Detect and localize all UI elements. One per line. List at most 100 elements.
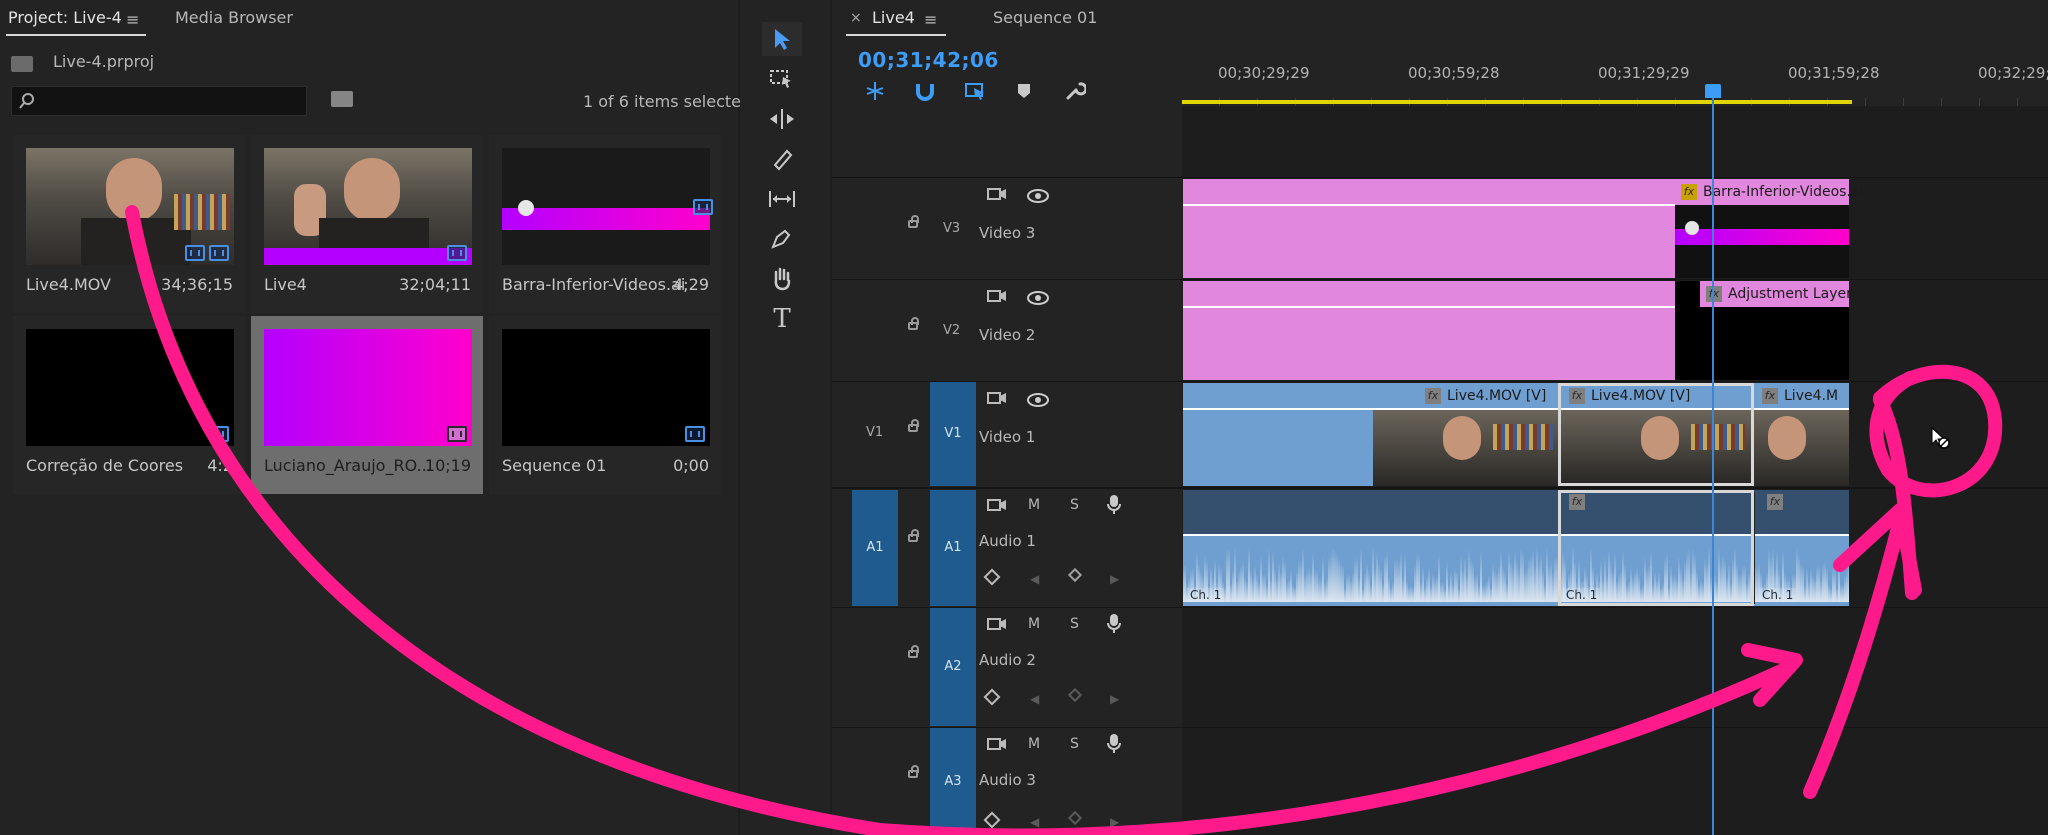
- track-target-a1[interactable]: A1: [930, 490, 976, 606]
- linked-selection-icon[interactable]: [964, 80, 988, 106]
- color-matte-badge-icon: [447, 426, 467, 442]
- magnet-snap-icon[interactable]: [914, 80, 936, 106]
- mute-button[interactable]: M: [1028, 616, 1040, 632]
- microphone-icon[interactable]: [1106, 613, 1122, 639]
- clip-live4-mov-c[interactable]: fx Live4.M: [1754, 383, 1849, 486]
- clip-live4-mov-b-selected[interactable]: fx Live4.MOV [V]: [1558, 383, 1754, 486]
- add-marker-icon[interactable]: [1016, 82, 1032, 104]
- next-keyframe-icon[interactable]: ▶: [1110, 815, 1119, 829]
- new-bin-search-icon[interactable]: [331, 91, 353, 107]
- thumbnail: [264, 329, 472, 446]
- fx-badge: fx: [1681, 184, 1697, 200]
- audio-clip-a1-selected[interactable]: [1558, 490, 1754, 606]
- clip-thumbnail: [1754, 410, 1849, 486]
- solo-button[interactable]: S: [1070, 736, 1079, 752]
- clip-adjustment-layer[interactable]: fx Adjustment Layer: [1700, 281, 1852, 307]
- ruler-label: 00;32;29;: [1978, 64, 2048, 82]
- slip-tool-icon[interactable]: [762, 182, 802, 216]
- lock-icon[interactable]: [908, 419, 919, 432]
- media-item-live4[interactable]: Live4 32;04;11: [251, 135, 483, 313]
- sync-lock-icon[interactable]: [987, 736, 1007, 756]
- prev-keyframe-icon[interactable]: ◀: [1030, 815, 1039, 829]
- track-select-tool-icon[interactable]: [762, 62, 802, 96]
- mute-button[interactable]: M: [1028, 497, 1040, 513]
- media-item-correcao-de-coores[interactable]: Correção de Coores 4:2: [13, 316, 245, 494]
- microphone-icon[interactable]: [1106, 733, 1122, 759]
- media-item-live4-mov[interactable]: Live4.MOV 34;36;15: [13, 135, 245, 313]
- selection-status: 1 of 6 items selected: [583, 92, 752, 111]
- pen-tool-icon[interactable]: [762, 222, 802, 256]
- source-patch-a1[interactable]: A1: [852, 490, 898, 606]
- audio-badge-icon: [209, 245, 229, 261]
- sync-lock-icon[interactable]: [987, 497, 1007, 517]
- time-ruler[interactable]: 00;30;29;29 00;30;59;28 00;31;29;29 00;3…: [1182, 40, 2048, 106]
- snap-in-timeline-icon[interactable]: [864, 80, 886, 106]
- clip-color-matte-v2[interactable]: [1183, 281, 1675, 380]
- fx-badge: fx: [1569, 494, 1585, 510]
- microphone-icon[interactable]: [1106, 494, 1122, 520]
- track-target-a2[interactable]: A2: [930, 608, 976, 726]
- source-patch-v1[interactable]: V1: [866, 425, 883, 440]
- track-headers: [832, 106, 1182, 835]
- track-target-a3[interactable]: A3: [930, 728, 976, 835]
- lock-icon[interactable]: [908, 317, 919, 330]
- tab-sequence-01[interactable]: Sequence 01: [993, 8, 1097, 27]
- next-keyframe-icon[interactable]: ▶: [1110, 692, 1119, 706]
- hand-tool-icon[interactable]: [762, 262, 802, 296]
- lock-icon[interactable]: [908, 645, 919, 658]
- channel-label: Ch. 1: [1759, 588, 1797, 602]
- solo-button[interactable]: S: [1070, 616, 1079, 632]
- next-keyframe-icon[interactable]: ▶: [1110, 572, 1119, 586]
- clip-blue-v1[interactable]: [1183, 383, 1373, 486]
- media-item-barra-inferior[interactable]: Barra-Inferior-Videos.ai 4;29: [489, 135, 721, 313]
- eye-icon[interactable]: [1027, 290, 1049, 309]
- lock-icon[interactable]: [908, 529, 919, 542]
- clip-color-matte-v3[interactable]: [1183, 179, 1683, 278]
- eye-icon[interactable]: [1027, 392, 1049, 411]
- sync-lock-icon[interactable]: [987, 288, 1007, 308]
- razor-tool-icon[interactable]: [762, 142, 802, 176]
- fx-badge: fx: [1569, 388, 1585, 404]
- mute-button[interactable]: M: [1028, 736, 1040, 752]
- lock-icon[interactable]: [908, 215, 919, 228]
- solo-button[interactable]: S: [1070, 497, 1079, 513]
- work-area-bar[interactable]: [1182, 100, 1852, 104]
- sync-lock-icon[interactable]: [987, 616, 1007, 636]
- panel-menu-icon[interactable]: ≡: [924, 10, 937, 29]
- lock-icon[interactable]: [908, 765, 919, 778]
- media-item-luciano-araujo[interactable]: Luciano_Araujo_RO... 10;19: [251, 316, 483, 494]
- close-tab-icon[interactable]: ×: [850, 10, 862, 26]
- item-duration: 4;29: [673, 275, 709, 294]
- prev-keyframe-icon[interactable]: ◀: [1030, 572, 1039, 586]
- track-name: Audio 2: [979, 651, 1036, 669]
- playhead-line[interactable]: [1712, 85, 1714, 835]
- sync-lock-icon[interactable]: [987, 390, 1007, 410]
- panel-menu-icon[interactable]: ≡: [126, 10, 139, 29]
- fx-badge: fx: [1706, 286, 1722, 302]
- timeline-settings-wrench-icon[interactable]: [1064, 80, 1088, 106]
- tab-live4[interactable]: Live4: [872, 8, 915, 27]
- playhead-timecode[interactable]: 00;31;42;06: [858, 48, 999, 72]
- fx-badge: fx: [1762, 388, 1778, 404]
- clip-live4-mov-a[interactable]: fx Live4.MOV [V]: [1373, 383, 1558, 486]
- item-duration: 34;36;15: [161, 275, 233, 294]
- track-id-v2[interactable]: V2: [943, 323, 960, 338]
- clip-barra-thumbnail[interactable]: [1675, 205, 1849, 278]
- track-target-v1[interactable]: V1: [930, 382, 976, 486]
- prev-keyframe-icon[interactable]: ◀: [1030, 692, 1039, 706]
- ripple-edit-tool-icon[interactable]: [762, 102, 802, 136]
- sync-lock-icon[interactable]: [987, 186, 1007, 206]
- tab-project[interactable]: Project: Live-4: [8, 8, 122, 27]
- track-id-v3[interactable]: V3: [943, 221, 960, 236]
- type-tool-icon[interactable]: T: [762, 302, 802, 336]
- playhead-handle[interactable]: [1705, 84, 1721, 98]
- sequence-badge-icon: [685, 426, 705, 442]
- timeline-panel: × Live4 ≡ Sequence 01 00;31;42;06 00;30;…: [832, 0, 2048, 835]
- search-input[interactable]: [11, 86, 307, 116]
- ruler-label: 00;30;29;29: [1218, 64, 1310, 82]
- eye-icon[interactable]: [1027, 188, 1049, 207]
- selection-tool-icon[interactable]: [762, 22, 802, 56]
- tab-media-browser[interactable]: Media Browser: [175, 8, 293, 27]
- clip-barra-inferior[interactable]: fx Barra-Inferior-Videos.ai: [1675, 179, 1863, 205]
- media-item-sequence-01[interactable]: Sequence 01 0;00: [489, 316, 721, 494]
